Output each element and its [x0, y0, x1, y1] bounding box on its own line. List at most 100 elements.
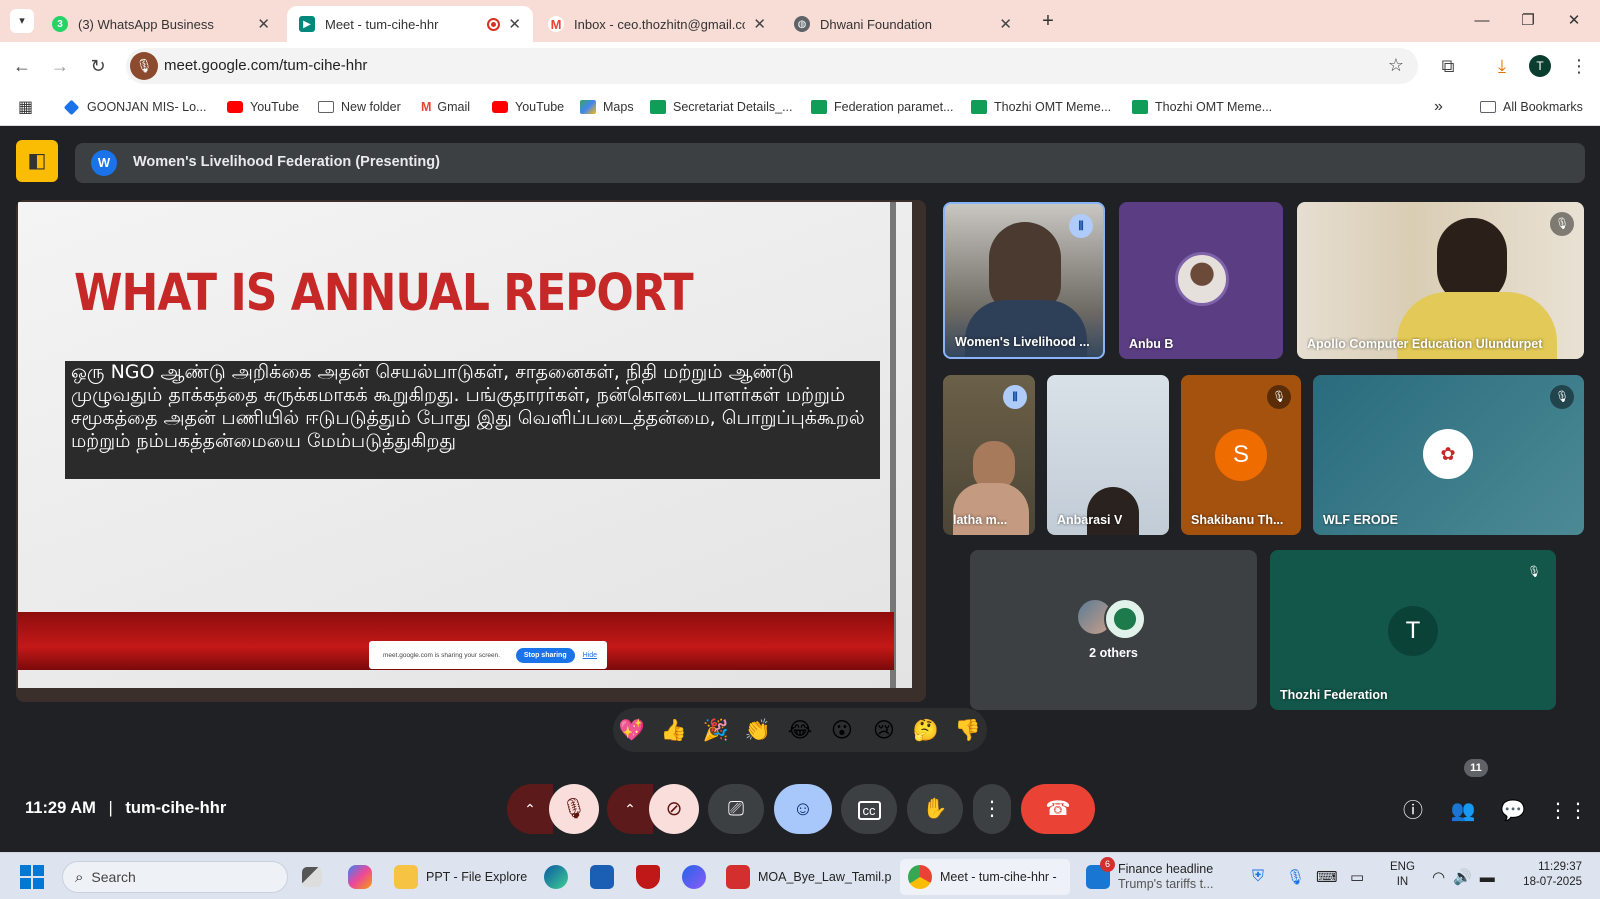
restore-button[interactable]: ❐	[1508, 8, 1548, 34]
sheets-icon	[650, 100, 666, 114]
taskbar-store[interactable]	[590, 862, 614, 892]
tab-meet[interactable]: ▶ Meet - tum-cihe-hhr ✕	[287, 6, 533, 42]
apps-button[interactable]: ▦	[18, 97, 33, 117]
c-app-icon	[682, 865, 706, 889]
task-view-button[interactable]	[302, 862, 322, 892]
video-options-button[interactable]: ⌃	[607, 784, 653, 834]
chat-button[interactable]: 💬	[1498, 796, 1528, 826]
reaction-party[interactable]: 🎉	[701, 716, 731, 746]
reaction-laugh[interactable]: 😂	[785, 716, 815, 746]
participant-tile-anbu-b[interactable]: Anbu B	[1119, 202, 1283, 359]
mic-tray-icon[interactable]: 🎙	[1286, 862, 1305, 892]
participant-tile-shakibanu[interactable]: S 🎙 Shakibanu Th...	[1181, 375, 1301, 535]
reaction-heart[interactable]: 💖	[617, 716, 647, 746]
taskbar-app-file-explorer[interactable]: PPT - File Explore	[394, 862, 527, 892]
bookmark-youtube-1[interactable]: YouTube	[227, 97, 299, 117]
chrome-menu-button[interactable]: ⋮	[1565, 52, 1593, 80]
bookmark-thozhi-1[interactable]: Thozhi OMT Meme...	[971, 97, 1111, 117]
bookmark-maps[interactable]: Maps	[580, 97, 634, 117]
microphone-toggle-button[interactable]: 🎙	[549, 784, 599, 834]
bookmark-federation[interactable]: Federation paramet...	[811, 97, 954, 117]
reaction-surprised[interactable]: 😮	[827, 716, 857, 746]
system-tray-status[interactable]: ◠ 🔊 ▬	[1432, 862, 1495, 892]
bookmark-youtube-2[interactable]: YouTube	[492, 97, 564, 117]
tab-search-button[interactable]: ▾	[10, 9, 34, 33]
present-toggle-button[interactable]: ◧	[16, 140, 58, 182]
raise-hand-button[interactable]: ✋	[907, 784, 963, 834]
hide-share-bar-link[interactable]: Hide	[583, 652, 597, 659]
participant-tile-apollo[interactable]: 🎙 Apollo Computer Education Ulundurpet	[1297, 202, 1584, 359]
reaction-thumbs-down[interactable]: 👎	[953, 716, 983, 746]
bookmark-thozhi-2[interactable]: Thozhi OMT Meme...	[1132, 97, 1272, 117]
taskbar-edge[interactable]	[544, 862, 568, 892]
new-tab-button[interactable]: +	[1036, 9, 1060, 33]
taskbar-app-chrome-meet[interactable]: Meet - tum-cihe-hhr -	[900, 859, 1070, 895]
site-info-icon[interactable]: 🎙	[130, 52, 158, 80]
participant-tile-thozhi-federation[interactable]: T 🎙 Thozhi Federation	[1270, 550, 1556, 710]
extensions-button[interactable]: ⧉	[1434, 52, 1462, 80]
camera-toggle-button[interactable]: ⊘	[649, 784, 699, 834]
start-button[interactable]	[20, 862, 44, 892]
chevron-up-icon: ⌃	[624, 801, 636, 817]
bookmark-new-folder[interactable]: New folder	[318, 97, 401, 117]
url-text[interactable]: meet.google.com/tum-cihe-hhr	[164, 57, 367, 74]
people-button[interactable]: 👥	[1448, 796, 1478, 826]
reaction-thumbs-up[interactable]: 👍	[659, 716, 689, 746]
participant-tile-wlf-erode[interactable]: ✿ 🎙 WLF ERODE	[1313, 375, 1584, 535]
goonjan-icon	[63, 99, 80, 115]
participant-name: latha m...	[953, 513, 1008, 527]
close-window-button[interactable]: ✕	[1554, 8, 1594, 34]
more-options-button[interactable]: ⋮	[973, 784, 1011, 834]
tab-gmail[interactable]: M Inbox - ceo.thozhitn@gmail.com ✕	[536, 6, 778, 42]
language-indicator[interactable]: ENG IN	[1390, 860, 1415, 894]
captions-button[interactable]: cc	[841, 784, 897, 834]
participant-tile-others[interactable]: 2 others	[970, 550, 1257, 710]
activities-button[interactable]: ⋮⋮	[1548, 796, 1588, 826]
bookmark-star-icon[interactable]: ☆	[1388, 55, 1404, 76]
news-widget[interactable]: 6 Finance headline Trump's tariffs t...	[1086, 857, 1213, 894]
close-tab-icon[interactable]: ✕	[508, 15, 521, 33]
tab-whatsapp[interactable]: 3 (3) WhatsApp Business ✕	[40, 6, 282, 42]
bookmark-secretariat[interactable]: Secretariat Details_...	[650, 97, 793, 117]
taskbar-search[interactable]: ⌕ Search	[62, 861, 288, 893]
taskbar-app-wps-pdf[interactable]: MOA_Bye_Law_Tamil.p	[726, 862, 891, 892]
copilot-button[interactable]	[348, 862, 372, 892]
bookmark-gmail[interactable]: M Gmail	[421, 97, 470, 117]
stop-sharing-button[interactable]: Stop sharing	[515, 647, 575, 663]
close-tab-icon[interactable]: ✕	[257, 15, 270, 33]
presented-slide: WHAT IS ANNUAL REPORT ஒரு NGO ஆண்டு அறிக…	[18, 202, 912, 688]
keyboard-tray-icon[interactable]: ⌨	[1316, 862, 1338, 892]
drive-tray-icon[interactable]: ▭	[1350, 862, 1364, 892]
security-tray-icon[interactable]: ⛨	[1252, 862, 1264, 892]
tab-dhwani[interactable]: ◍ Dhwani Foundation ✕	[782, 6, 1024, 42]
more-bookmarks-button[interactable]: »	[1434, 97, 1443, 117]
present-screen-button[interactable]: ⎚	[708, 784, 764, 834]
taskbar-mcafee[interactable]	[636, 862, 660, 892]
kebab-menu-icon: ⋮	[982, 798, 1002, 820]
bookmark-goonjan[interactable]: GOONJAN MIS- Lo...	[63, 97, 206, 117]
reaction-thinking[interactable]: 🤔	[911, 716, 941, 746]
audio-options-button[interactable]: ⌃	[507, 784, 553, 834]
close-tab-icon[interactable]: ✕	[999, 15, 1012, 33]
participant-tile-latha[interactable]: ⦀ latha m...	[943, 375, 1035, 535]
downloads-button[interactable]: ⤓	[1488, 52, 1516, 80]
folder-icon	[318, 101, 334, 113]
participant-tile-womens-livelihood[interactable]: ⦀ Women's Livelihood ...	[943, 202, 1105, 359]
close-tab-icon[interactable]: ✕	[753, 15, 766, 33]
reaction-sad[interactable]: 😢	[869, 716, 899, 746]
forward-button[interactable]: →	[46, 52, 74, 80]
minimize-button[interactable]: —	[1462, 8, 1502, 34]
system-clock[interactable]: 11:29:37 18-07-2025	[1512, 860, 1582, 894]
back-button[interactable]: ←	[8, 52, 36, 80]
participant-tile-anbarasi[interactable]: Anbarasi V	[1047, 375, 1169, 535]
emoji-reactions-button[interactable]: ☺	[774, 784, 832, 834]
leave-call-button[interactable]: ☎	[1021, 784, 1095, 834]
presentation-stage: WHAT IS ANNUAL REPORT ஒரு NGO ஆண்டு அறிக…	[16, 200, 926, 702]
address-bar[interactable]: 🎙 meet.google.com/tum-cihe-hhr ☆	[126, 48, 1418, 84]
taskbar-copilot-c[interactable]	[682, 862, 706, 892]
reload-button[interactable]: ↻	[84, 52, 112, 80]
reaction-clap[interactable]: 👏	[743, 716, 773, 746]
meeting-details-button[interactable]: ⓘ	[1398, 796, 1428, 826]
profile-avatar[interactable]: T	[1529, 55, 1551, 77]
all-bookmarks-button[interactable]: All Bookmarks	[1480, 97, 1583, 117]
